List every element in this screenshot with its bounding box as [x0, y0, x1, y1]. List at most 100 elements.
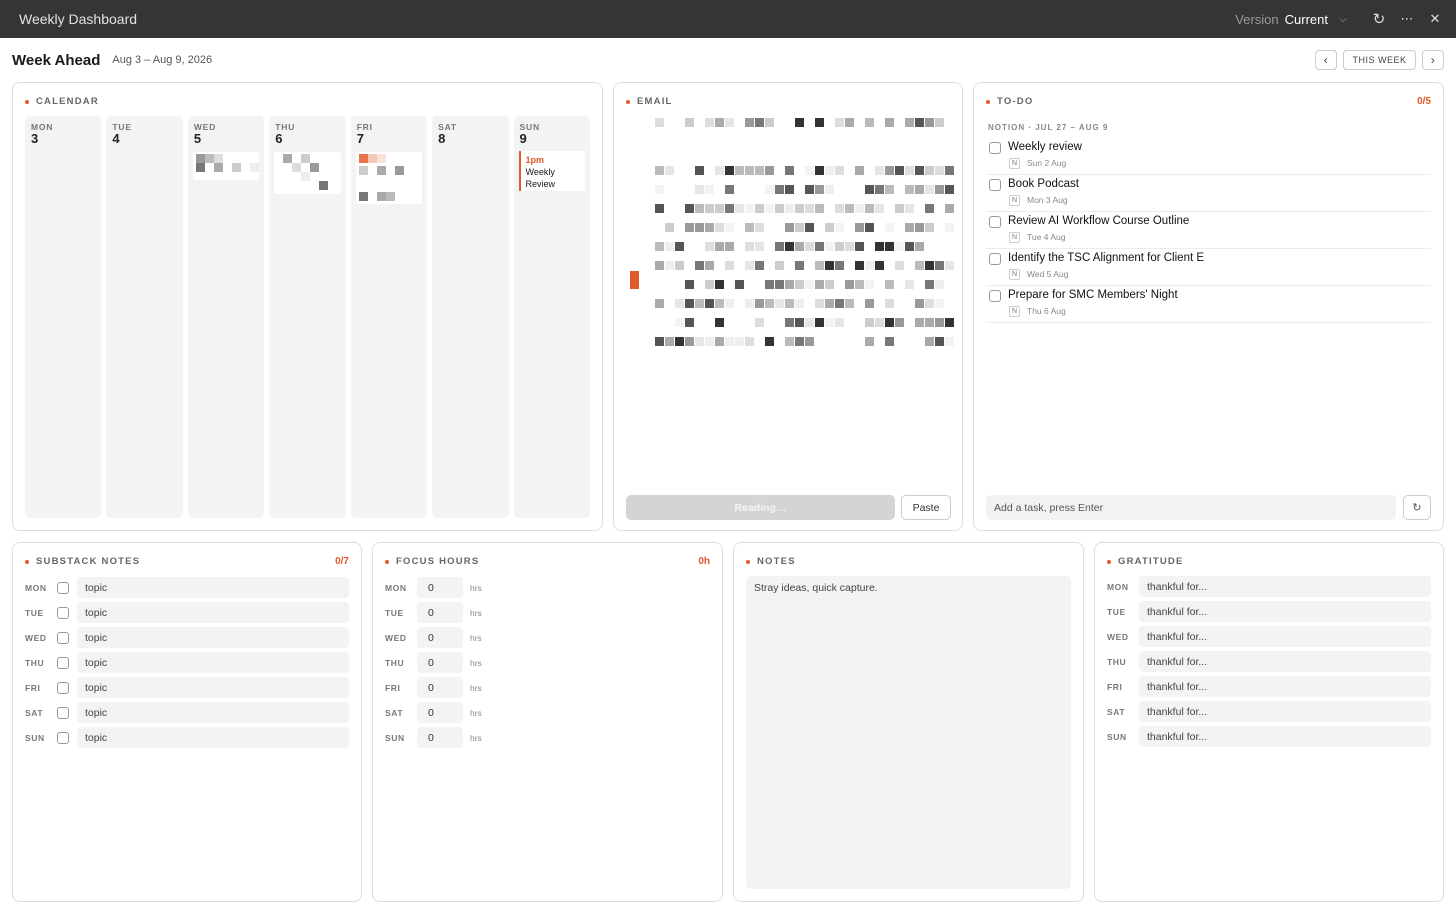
redacted-pixel	[815, 118, 824, 127]
calendar-day[interactable]: WED 5	[187, 116, 265, 518]
calendar-day[interactable]: THU 6	[269, 116, 346, 518]
redacted-pixel	[925, 280, 934, 289]
redacted-pixel	[885, 280, 894, 289]
gratitude-input[interactable]: thankful for...	[1139, 651, 1431, 672]
topic-input[interactable]: topic	[77, 602, 349, 623]
calendar-day[interactable]: FRI 7	[350, 116, 428, 518]
more-icon[interactable]: ⋯	[1400, 11, 1414, 27]
hours-input[interactable]: 0	[417, 702, 463, 723]
redacted-pixel	[715, 242, 724, 251]
refresh-icon: ↻	[1412, 502, 1422, 514]
notion-badge: N	[1009, 195, 1021, 206]
add-task-input[interactable]: Add a task, press Enter	[986, 495, 1396, 520]
substack-checkbox[interactable]	[57, 606, 69, 619]
redacted-pixel	[815, 280, 824, 289]
redacted-event[interactable]	[274, 152, 341, 194]
topic-input[interactable]: topic	[77, 727, 349, 748]
redacted-pixel	[895, 242, 904, 251]
redacted-pixel	[665, 166, 674, 175]
paste-button[interactable]: Paste	[901, 495, 951, 520]
substack-checkbox[interactable]	[57, 706, 69, 719]
redacted-pixel	[865, 318, 874, 327]
this-week-button[interactable]: THIS WEEK	[1343, 50, 1416, 70]
todo-item[interactable]: Weekly review N Sun 2 Aug	[986, 138, 1431, 175]
refresh-todo-button[interactable]: ↻	[1403, 495, 1431, 520]
substack-title: SUBSTACK NOTES	[25, 556, 140, 567]
day-number: 4	[112, 131, 120, 146]
substack-checkbox[interactable]	[57, 631, 69, 644]
next-week-button[interactable]: ›	[1422, 50, 1444, 70]
notes-textarea[interactable]: Stray ideas, quick capture.	[746, 576, 1071, 889]
gratitude-input[interactable]: thankful for...	[1139, 601, 1431, 622]
day-label: SUN	[1107, 731, 1127, 742]
topic-input[interactable]: topic	[77, 652, 349, 673]
redacted-pixel	[835, 242, 844, 251]
redacted-pixel	[705, 223, 714, 232]
substack-checkbox[interactable]	[57, 656, 69, 669]
calendar-day[interactable]: TUE 4	[106, 116, 183, 518]
redacted-event[interactable]	[355, 152, 423, 204]
substack-checkbox[interactable]	[57, 681, 69, 694]
topic-input[interactable]: topic	[77, 677, 349, 698]
calendar-event[interactable]: 1pm Weekly Review	[518, 151, 585, 191]
refresh-icon[interactable]: ↻	[1372, 10, 1386, 28]
day-name: SAT	[438, 122, 457, 132]
todo-checkbox[interactable]	[989, 253, 1001, 265]
calendar-day[interactable]: MON 3	[25, 116, 102, 518]
redacted-pixel	[715, 299, 724, 308]
gratitude-card: GRATITUDE MON thankful for... TUE thankful…	[1094, 542, 1444, 902]
reading-button[interactable]: Reading…	[626, 495, 895, 520]
redacted-pixel	[865, 337, 874, 346]
substack-checkbox[interactable]	[57, 581, 69, 594]
todo-checkbox[interactable]	[989, 179, 1001, 191]
redacted-pixel	[925, 318, 934, 327]
calendar-day[interactable]: SUN 9 1pm Weekly Review	[513, 116, 590, 518]
hours-input[interactable]: 0	[417, 577, 463, 598]
todo-item[interactable]: Identify the TSC Alignment for Client E N…	[986, 249, 1431, 286]
redacted-pixel	[655, 299, 664, 308]
topic-input[interactable]: topic	[77, 702, 349, 723]
redacted-pixel	[695, 223, 704, 232]
calendar-days: MON 3 TUE 4 WED 5 THU 6 FRI 7 SAT 8 SUN 9	[25, 116, 590, 518]
redacted-pixel	[745, 204, 754, 213]
todo-item[interactable]: Book Podcast N Mon 3 Aug	[986, 175, 1431, 212]
close-icon[interactable]: ✕	[1428, 11, 1442, 27]
redacted-pixel	[805, 185, 814, 194]
todo-checkbox[interactable]	[989, 216, 1001, 228]
prev-week-button[interactable]: ‹	[1315, 50, 1337, 70]
day-label: MON	[25, 582, 47, 593]
gratitude-input[interactable]: thankful for...	[1139, 576, 1431, 597]
focus-row: WED 0 hrs	[385, 627, 710, 648]
todo-item[interactable]: Prepare for SMC Members' Night N Thu 6 Aug	[986, 286, 1431, 323]
gratitude-input[interactable]: thankful for...	[1139, 701, 1431, 722]
redacted-pixel	[665, 337, 674, 346]
redacted-email-content	[626, 118, 954, 348]
version-select[interactable]: Current	[1285, 12, 1328, 27]
topic-input[interactable]: topic	[77, 577, 349, 598]
hours-input[interactable]: 0	[417, 627, 463, 648]
hours-input[interactable]: 0	[417, 602, 463, 623]
todo-checkbox[interactable]	[989, 142, 1001, 154]
bullet-icon	[746, 559, 750, 564]
topic-input[interactable]: topic	[77, 627, 349, 648]
redacted-pixel	[835, 318, 844, 327]
bullet-icon	[626, 99, 630, 104]
gratitude-input[interactable]: thankful for...	[1139, 726, 1431, 747]
hours-input[interactable]: 0	[417, 652, 463, 673]
redacted-pixel	[745, 337, 754, 346]
date-range: Aug 3 – Aug 9, 2026	[112, 54, 213, 66]
hours-input[interactable]: 0	[417, 677, 463, 698]
substack-checkbox[interactable]	[57, 731, 69, 744]
gratitude-input[interactable]: thankful for...	[1139, 626, 1431, 647]
redacted-pixel	[745, 261, 754, 270]
todo-checkbox[interactable]	[989, 290, 1001, 302]
todo-item[interactable]: Review AI Workflow Course Outline N Tue 4 …	[986, 212, 1431, 249]
redacted-event[interactable]	[192, 152, 260, 180]
chevron-down-icon[interactable]: ⌵	[1336, 14, 1350, 25]
hours-input[interactable]: 0	[417, 727, 463, 748]
redacted-pixel	[755, 299, 764, 308]
gratitude-input[interactable]: thankful for...	[1139, 676, 1431, 697]
calendar-day[interactable]: SAT 8	[432, 116, 509, 518]
redacted-pixel	[715, 318, 724, 327]
redacted-pixel	[655, 337, 664, 346]
